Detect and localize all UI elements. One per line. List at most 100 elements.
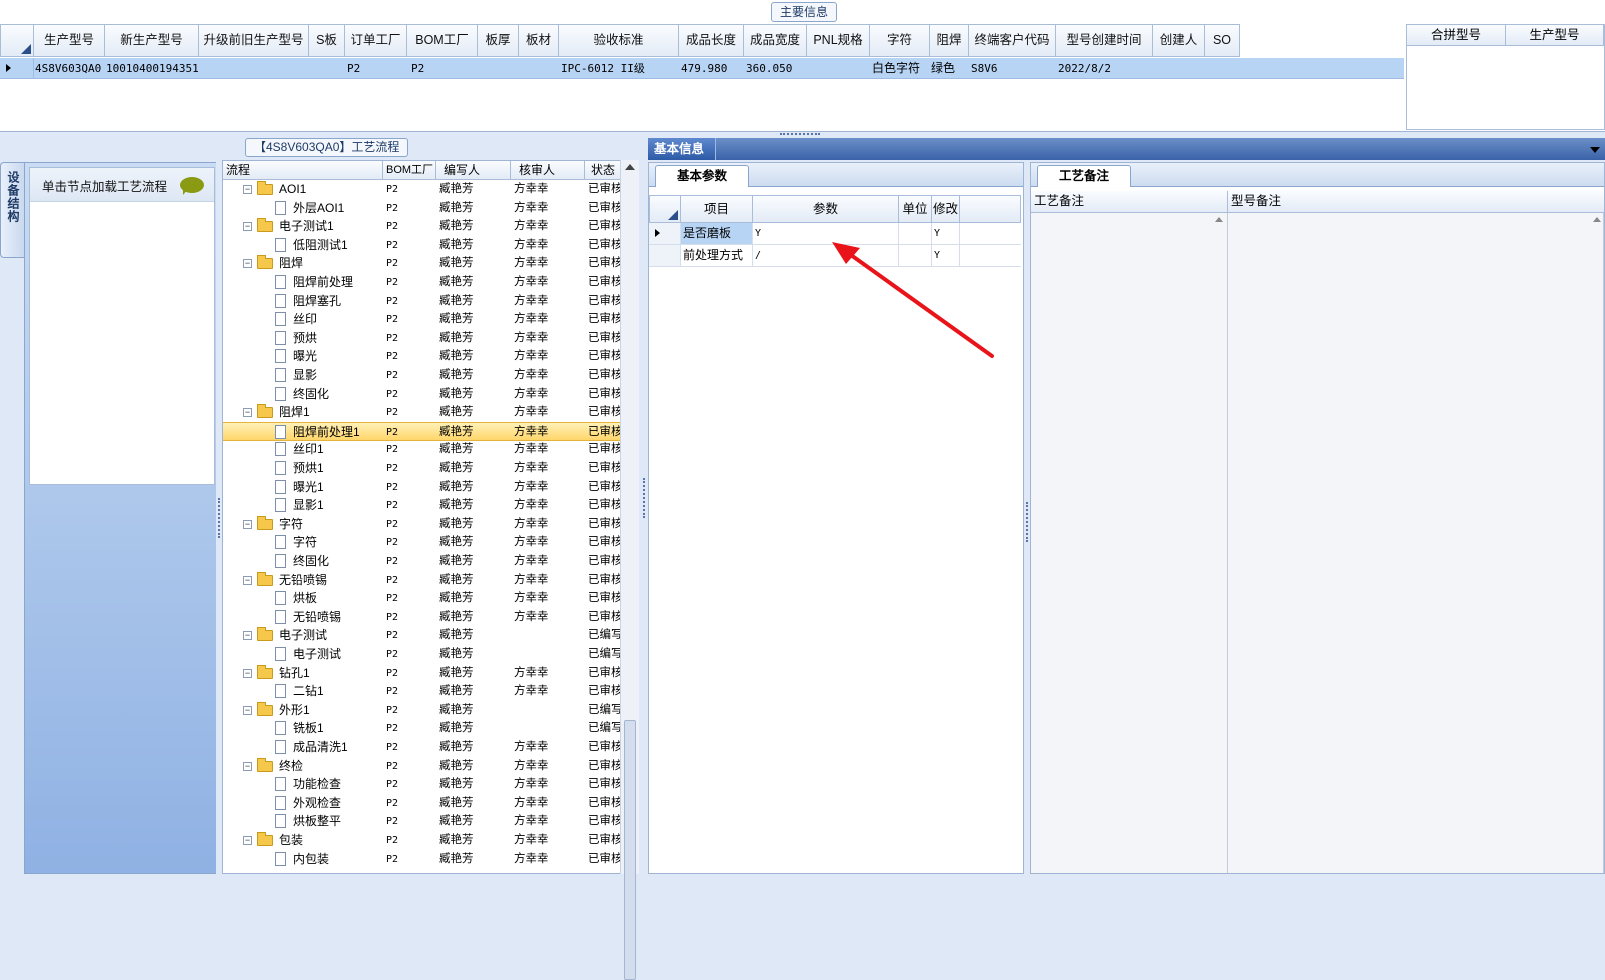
col-header-creator[interactable]: 创建人 [1153, 24, 1205, 57]
cell-item[interactable]: 是否磨板 [681, 223, 753, 244]
tree-node-label[interactable]: 钻孔1 [279, 664, 310, 683]
col-header-standard[interactable]: 验收标准 [559, 24, 679, 57]
tree-row[interactable]: 字符 P2 臧艳芳 方幸幸 已审核 [223, 533, 623, 552]
tree-node-label[interactable]: 包装 [279, 831, 303, 850]
tree-node-label[interactable]: 电子测试 [293, 645, 341, 664]
cell-reviewer[interactable]: 方幸幸 [514, 273, 549, 292]
cell-status[interactable]: 已审核 [588, 403, 622, 422]
cell-writer[interactable]: 臧艳芳 [439, 794, 474, 813]
cell-status[interactable]: 已审核 [588, 682, 622, 701]
tree-node-label[interactable]: 电子测试1 [279, 217, 334, 236]
tree-row[interactable]: 烘板整平 P2 臧艳芳 方幸幸 已审核 [223, 812, 623, 831]
scroll-up-icon[interactable] [625, 164, 635, 170]
cell-bom[interactable]: P2 [386, 664, 398, 683]
cell-reviewer[interactable]: 方幸幸 [514, 403, 549, 422]
col-header-material[interactable]: 板材 [519, 24, 559, 57]
tree-row[interactable]: 功能检查 P2 臧艳芳 方幸幸 已审核 [223, 775, 623, 794]
col-header-param[interactable]: 参数 [753, 195, 899, 223]
tree-row[interactable]: 阻焊前处理1 P2 臧艳芳 方幸幸 已审核 [223, 421, 623, 442]
cell-status[interactable]: 已审核 [588, 533, 622, 552]
cell-reviewer[interactable]: 方幸幸 [514, 292, 549, 311]
cell-bom[interactable]: P2 [386, 812, 398, 831]
cell-bom[interactable]: P2 [386, 533, 398, 552]
tree-row[interactable]: 预烘1 P2 臧艳芳 方幸幸 已审核 [223, 459, 623, 478]
cell-bom[interactable]: P2 [386, 850, 398, 869]
col-header-width[interactable]: 成品宽度 [744, 24, 807, 57]
cell-bom[interactable]: P2 [386, 385, 398, 404]
cell-reviewer[interactable]: 方幸幸 [514, 254, 549, 273]
col-header-char[interactable]: 字符 [870, 24, 930, 57]
cell-writer[interactable]: 臧艳芳 [439, 347, 474, 366]
cell-bom[interactable]: P2 [386, 440, 398, 459]
cell-writer[interactable]: 臧艳芳 [439, 682, 474, 701]
cell-writer[interactable]: 臧艳芳 [439, 738, 474, 757]
collapse-toggle-icon[interactable]: − [243, 222, 252, 232]
cell-writer[interactable]: 臧艳芳 [439, 180, 474, 199]
cell-bom[interactable]: P2 [386, 292, 398, 311]
cell-writer[interactable]: 臧艳芳 [439, 496, 474, 515]
cell-reviewer[interactable]: 方幸幸 [514, 423, 549, 442]
cell-writer[interactable]: 臧艳芳 [439, 719, 474, 738]
cell-reviewer[interactable]: 方幸幸 [514, 850, 549, 869]
collapse-toggle-icon[interactable]: − [243, 668, 252, 678]
cell-reviewer[interactable]: 方幸幸 [514, 775, 549, 794]
tree-row[interactable]: 外层AOI1 P2 臧艳芳 方幸幸 已审核 [223, 199, 623, 218]
cell-writer[interactable]: 臧艳芳 [439, 273, 474, 292]
tree-row[interactable]: 无铅喷锡 P2 臧艳芳 方幸幸 已审核 [223, 608, 623, 627]
tree-node-label[interactable]: 终检 [279, 757, 303, 776]
cell-writer[interactable]: 臧艳芳 [439, 850, 474, 869]
cell-bom[interactable]: P2 [386, 310, 398, 329]
cell-writer[interactable]: 臧艳芳 [439, 701, 474, 720]
cell-writer[interactable]: 臧艳芳 [439, 459, 474, 478]
col-header-order-factory[interactable]: 订单工厂 [345, 24, 407, 57]
grid-corner[interactable] [649, 195, 681, 223]
tree-node-label[interactable]: 曝光 [293, 347, 317, 366]
cell-writer[interactable]: 臧艳芳 [439, 310, 474, 329]
tab-basic-info[interactable]: 基本信息 [648, 138, 716, 160]
col-header-bom-factory[interactable]: BOM工厂 [383, 161, 436, 180]
tree-node-label[interactable]: 低阻测试1 [293, 236, 348, 255]
cell-bom[interactable]: P2 [386, 757, 398, 776]
col-header-new-model[interactable]: 新生产型号 [105, 24, 199, 57]
tab-basic-params[interactable]: 基本参数 [655, 165, 749, 187]
collapse-toggle-icon[interactable]: − [243, 259, 252, 269]
cell-status[interactable]: 已审核 [588, 850, 622, 869]
tree-node-label[interactable]: 预烘 [293, 329, 317, 348]
cell-status[interactable]: 已审核 [588, 812, 622, 831]
col-header-flow[interactable]: 流程 [223, 161, 383, 180]
collapse-toggle-icon[interactable]: − [243, 705, 252, 715]
cell-reviewer[interactable]: 方幸幸 [514, 310, 549, 329]
cell-bom[interactable]: P2 [386, 626, 398, 645]
cell-reviewer[interactable]: 方幸幸 [514, 589, 549, 608]
collapse-toggle-icon[interactable]: − [243, 631, 252, 641]
tree-row[interactable]: 烘板 P2 臧艳芳 方幸幸 已审核 [223, 589, 623, 608]
collapse-toggle-icon[interactable]: − [243, 408, 252, 418]
tree-row[interactable]: 外观检查 P2 臧艳芳 方幸幸 已审核 [223, 794, 623, 813]
tree-node-label[interactable]: 内包装 [293, 850, 329, 869]
cell-writer[interactable]: 臧艳芳 [439, 329, 474, 348]
col-header-so[interactable]: SO [1205, 24, 1240, 57]
tree-row[interactable]: 显影 P2 臧艳芳 方幸幸 已审核 [223, 366, 623, 385]
tree-row[interactable]: 低阻测试1 P2 臧艳芳 方幸幸 已审核 [223, 236, 623, 255]
cell-status[interactable]: 已编写 [588, 626, 622, 645]
tree-node-label[interactable]: 烘板 [293, 589, 317, 608]
cell-status[interactable]: 已审核 [588, 310, 622, 329]
cell-order-factory[interactable]: P2 [347, 58, 360, 79]
tree-node-label[interactable]: 曝光1 [293, 478, 324, 497]
col-header-thickness[interactable]: 板厚 [478, 24, 519, 57]
cell-created[interactable]: 2022/8/2 [1058, 58, 1111, 79]
collapse-toggle-icon[interactable]: − [243, 836, 252, 845]
cell-reviewer[interactable]: 方幸幸 [514, 571, 549, 590]
tree-row[interactable]: 阻焊前处理 P2 臧艳芳 方幸幸 已审核 [223, 273, 623, 292]
cell-reviewer[interactable]: 方幸幸 [514, 236, 549, 255]
tree-node-label[interactable]: 阻焊 [279, 254, 303, 273]
tree-row[interactable]: 显影1 P2 臧艳芳 方幸幸 已审核 [223, 496, 623, 515]
cell-reviewer[interactable]: 方幸幸 [514, 440, 549, 459]
tree-row[interactable]: 内包装 P2 臧艳芳 方幸幸 已审核 [223, 850, 623, 869]
cell-reviewer[interactable]: 方幸幸 [514, 478, 549, 497]
cell-status[interactable]: 已审核 [588, 366, 622, 385]
cell-bom[interactable]: P2 [386, 403, 398, 422]
cell-status[interactable]: 已审核 [588, 552, 622, 571]
cell-status[interactable]: 已审核 [588, 589, 622, 608]
cell-customer-code[interactable]: S8V6 [971, 58, 998, 79]
